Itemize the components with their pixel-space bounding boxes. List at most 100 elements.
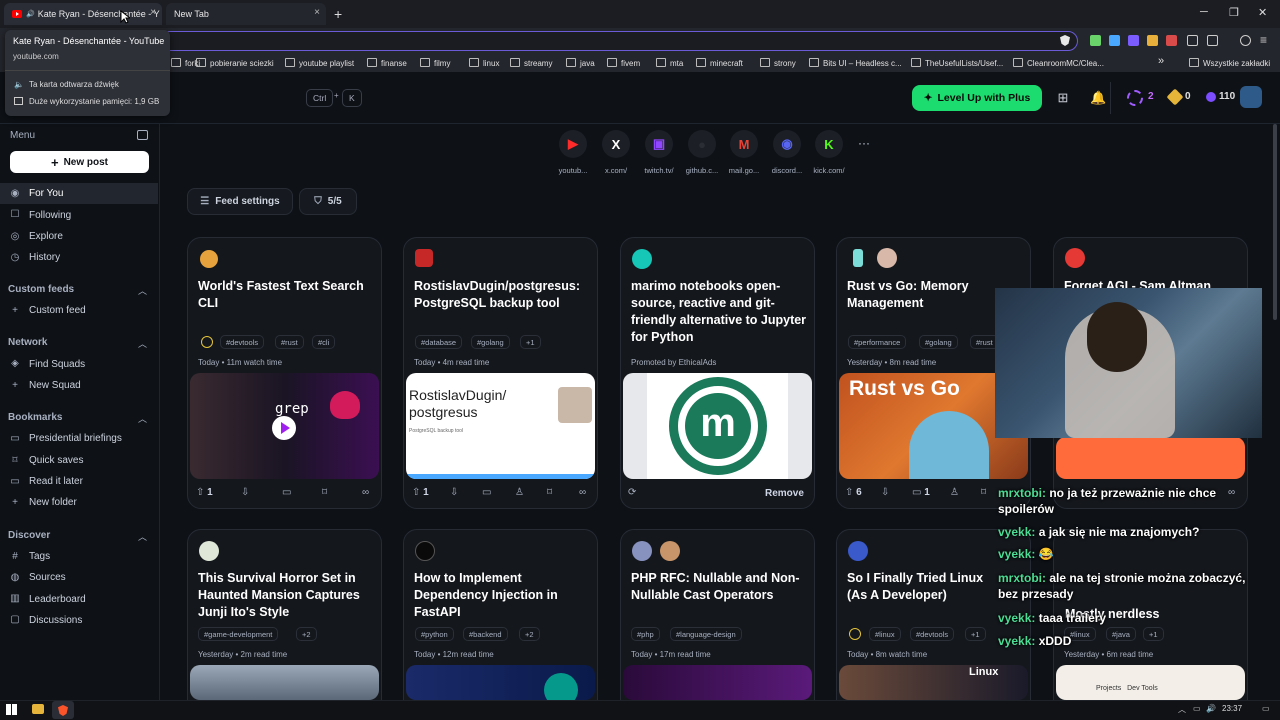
tag[interactable]: #php — [631, 627, 660, 641]
tag[interactable]: #rust — [275, 335, 304, 349]
collapse-sidebar-icon[interactable] — [137, 130, 148, 140]
tag[interactable]: #linux — [869, 627, 901, 641]
source-avatar[interactable] — [199, 541, 219, 561]
tag[interactable]: #golang — [471, 335, 510, 349]
sidebar-item-read-it-later[interactable]: Read it later — [29, 476, 83, 487]
sidebar-item-tags[interactable]: Tags — [29, 551, 50, 562]
bookmark[interactable]: CleanroomMC/Clea... — [1013, 58, 1104, 68]
sidebar-item-following[interactable]: Following — [29, 210, 71, 221]
post-title[interactable]: This Survival Horror Set in Haunted Mans… — [198, 570, 376, 621]
new-tab-button[interactable]: + — [334, 6, 342, 22]
bookmark[interactable]: java — [566, 58, 595, 68]
tag[interactable]: #game-development — [198, 627, 279, 641]
bell-icon[interactable]: 🔔 — [1090, 90, 1106, 106]
close-tab-icon[interactable]: × — [314, 7, 320, 18]
file-explorer-icon[interactable] — [32, 704, 44, 714]
bookmark[interactable]: TheUsefulLists/Usef... — [911, 58, 1003, 68]
extension-icon[interactable] — [1109, 35, 1120, 46]
tag[interactable]: +1 — [1143, 627, 1164, 641]
speaker-icon[interactable]: 🔊 — [26, 10, 35, 18]
bookmark[interactable]: youtube playlist — [285, 58, 354, 68]
streak-icon[interactable] — [1127, 90, 1143, 106]
upvote-button[interactable]: ⇧ 6 — [845, 487, 862, 498]
sidebar-item-new-folder[interactable]: New folder — [29, 497, 77, 508]
tag[interactable]: #performance — [848, 335, 907, 349]
source-avatar[interactable] — [632, 541, 652, 561]
comment-button[interactable]: ▭ 1 — [912, 487, 930, 498]
tab-youtube[interactable]: 🔊 Kate Ryan - Désenchantée - Y × — [4, 3, 162, 25]
volume-icon[interactable]: 🔊 — [1206, 704, 1216, 713]
source-avatar[interactable] — [632, 249, 652, 269]
bookmark[interactable]: pobieranie sciezki — [196, 58, 274, 68]
bookmark-button[interactable]: ⌑ — [322, 487, 327, 498]
sidebar-item-leaderboard[interactable]: Leaderboard — [29, 594, 86, 605]
bookmark[interactable]: strony — [760, 58, 796, 68]
post-thumbnail[interactable]: m — [623, 373, 812, 479]
author-avatar[interactable] — [660, 541, 680, 561]
extension-icon[interactable] — [1166, 35, 1177, 46]
source-avatar[interactable] — [415, 249, 433, 267]
bookmark[interactable]: linux — [469, 58, 499, 68]
bookmarks-overflow-button[interactable]: » — [1158, 55, 1164, 67]
bookmark[interactable]: mta — [656, 58, 683, 68]
downvote-button[interactable]: ⇩ — [241, 487, 249, 498]
tag[interactable]: #devtools — [910, 627, 955, 641]
sidebar-item-history[interactable]: History — [29, 252, 60, 263]
network-icon[interactable]: ▭ — [1193, 704, 1201, 713]
tag[interactable]: #golang — [919, 335, 958, 349]
bookmark[interactable]: minecraft — [696, 58, 743, 68]
notifications-icon[interactable]: ▭ — [1262, 704, 1270, 713]
extension-icon[interactable] — [1128, 35, 1139, 46]
chevron-up-icon[interactable]: ︿ — [138, 337, 147, 350]
sidebar-item-presidential-briefings[interactable]: Presidential briefings — [29, 433, 122, 444]
share-link-button[interactable]: ∞ — [362, 487, 369, 498]
sidebar-item-for-you[interactable]: For You — [29, 188, 63, 199]
bookmark[interactable]: fivem — [607, 58, 640, 68]
level-up-button[interactable]: ✦ Level Up with Plus — [912, 85, 1042, 111]
refresh-icon[interactable]: ⟳ — [628, 487, 636, 498]
tag[interactable]: #devtools — [220, 335, 265, 349]
remove-ad-button[interactable]: Remove — [765, 488, 804, 499]
shortcut-x-icon[interactable]: X — [602, 130, 630, 158]
play-button-icon[interactable] — [272, 416, 296, 440]
source-avatar[interactable] — [415, 541, 435, 561]
sidebar-item-new-squad[interactable]: New Squad — [29, 380, 81, 391]
shortcut-twitch-icon[interactable]: ▣ — [645, 130, 673, 158]
sidebar-toggle-icon[interactable] — [1207, 35, 1218, 46]
avatar[interactable] — [1240, 86, 1262, 108]
apps-icon[interactable]: ⊞ — [1055, 90, 1071, 106]
bookmark[interactable]: streamy — [510, 58, 552, 68]
bookmark[interactable]: filmy — [420, 58, 450, 68]
menu-icon[interactable]: ≡ — [1260, 33, 1267, 47]
post-thumbnail[interactable] — [1056, 437, 1245, 479]
post-thumbnail[interactable]: Linux — [839, 665, 1028, 700]
media-icon[interactable] — [1240, 35, 1251, 46]
shortcut-kick-icon[interactable]: K — [815, 130, 843, 158]
clock[interactable]: 23:37 — [1222, 704, 1242, 713]
sidebar-item-custom-feed[interactable]: Custom feed — [29, 305, 86, 316]
post-thumbnail[interactable] — [190, 665, 379, 700]
tag[interactable]: #java — [1106, 627, 1136, 641]
shortcut-github-icon[interactable]: ● — [688, 130, 716, 158]
tag[interactable]: +1 — [520, 335, 541, 349]
tag[interactable]: #backend — [463, 627, 508, 641]
more-shortcuts-button[interactable]: ··· — [858, 136, 870, 150]
reputation-icon[interactable] — [1206, 92, 1216, 102]
award-button[interactable]: ♙ — [515, 487, 524, 498]
page-scrollbar[interactable] — [1273, 124, 1277, 320]
taskbar-brave-button[interactable] — [52, 701, 74, 719]
chevron-up-icon[interactable]: ︿ — [138, 530, 147, 543]
sidebar-item-sources[interactable]: Sources — [29, 572, 66, 583]
post-thumbnail[interactable]: grep — [190, 373, 379, 479]
post-thumbnail[interactable] — [406, 665, 595, 700]
post-title[interactable]: RostislavDugin/postgresus: PostgreSQL ba… — [414, 278, 592, 312]
url-input[interactable] — [160, 31, 1078, 51]
post-title[interactable]: World's Fastest Text Search CLI — [198, 278, 376, 312]
comment-button[interactable]: ▭ — [282, 487, 291, 498]
source-avatar[interactable] — [200, 250, 218, 268]
close-tab-icon[interactable]: × — [150, 7, 156, 18]
close-window-button[interactable]: ✕ — [1258, 6, 1267, 19]
post-thumbnail[interactable] — [623, 665, 812, 700]
award-button[interactable]: ♙ — [950, 487, 959, 498]
chevron-up-icon[interactable]: ︿ — [138, 284, 147, 297]
